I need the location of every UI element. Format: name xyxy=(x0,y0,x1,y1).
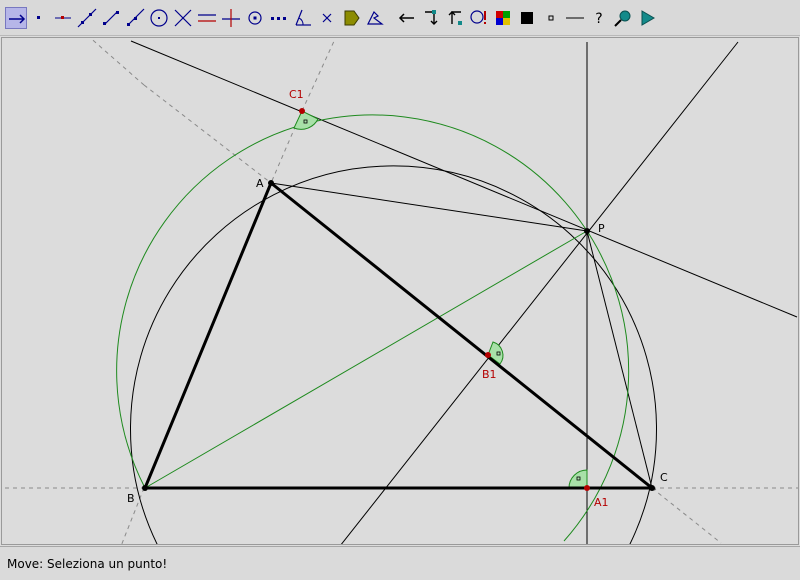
help-icon: ? xyxy=(595,11,602,27)
label-b1: B1 xyxy=(482,368,497,381)
green-circle xyxy=(116,114,630,542)
tool-fill[interactable] xyxy=(516,7,538,29)
tool-circle[interactable] xyxy=(148,7,170,29)
label-p: P xyxy=(598,222,605,235)
tool-segment[interactable] xyxy=(100,7,122,29)
point-c1[interactable] xyxy=(299,108,305,114)
tool-point-on-object[interactable] xyxy=(52,7,74,29)
tool-point-size[interactable] xyxy=(540,7,562,29)
tool-intersection[interactable] xyxy=(172,7,194,29)
tool-color-palette[interactable] xyxy=(492,7,514,29)
point-c[interactable] xyxy=(649,485,655,491)
point-a1[interactable] xyxy=(584,485,590,491)
drawing-canvas[interactable]: A B C P A1 B1 C1 xyxy=(1,37,799,545)
label-a1: A1 xyxy=(594,496,609,509)
label-c1: C1 xyxy=(289,88,304,101)
perp-c1-extension xyxy=(301,38,336,112)
tool-move[interactable] xyxy=(5,7,27,29)
line-b1-p xyxy=(340,41,739,544)
segment-p-c xyxy=(586,230,653,489)
tool-macro[interactable] xyxy=(468,7,490,29)
point-b[interactable] xyxy=(142,485,148,491)
tool-ray[interactable] xyxy=(124,7,146,29)
toolbar: ? xyxy=(0,0,800,36)
tool-zoom[interactable] xyxy=(612,7,634,29)
point-p[interactable] xyxy=(584,228,590,234)
tool-midpoint[interactable] xyxy=(244,7,266,29)
tool-delete[interactable] xyxy=(316,7,338,29)
line-ab-extension xyxy=(143,84,272,184)
right-angle-marker-a1 xyxy=(568,469,588,489)
status-bar: Move: Seleziona un punto! xyxy=(0,546,800,580)
segment-a-p xyxy=(270,182,588,232)
line-ac-extension xyxy=(651,487,722,544)
line-ab-extension xyxy=(89,38,145,86)
green-segment-b-p xyxy=(144,230,588,489)
tool-line[interactable] xyxy=(76,7,98,29)
tool-angle[interactable] xyxy=(292,7,314,29)
tool-label[interactable] xyxy=(340,7,362,29)
right-angle-marker-c1 xyxy=(293,110,319,130)
tool-parallel[interactable] xyxy=(196,7,218,29)
right-angle-marker-b1 xyxy=(487,341,504,365)
tool-measure[interactable] xyxy=(364,7,386,29)
point-b1[interactable] xyxy=(485,352,491,358)
point-a[interactable] xyxy=(268,180,274,186)
triangle-abc[interactable] xyxy=(142,180,657,490)
tool-play[interactable] xyxy=(636,7,658,29)
line-c1-p xyxy=(130,40,798,318)
tool-point[interactable] xyxy=(28,7,50,29)
label-a: A xyxy=(256,177,264,190)
tool-help[interactable]: ? xyxy=(588,7,610,29)
tool-line-style[interactable] xyxy=(564,7,586,29)
tool-replay-step[interactable] xyxy=(444,7,466,29)
label-b: B xyxy=(127,492,135,505)
tool-perpendicular[interactable] xyxy=(220,7,242,29)
status-message: Move: Seleziona un punto! xyxy=(7,557,168,571)
tool-redo-step[interactable] xyxy=(420,7,442,29)
tool-dotted-line[interactable] xyxy=(268,7,290,29)
tool-undo[interactable] xyxy=(396,7,418,29)
label-c: C xyxy=(660,471,668,484)
